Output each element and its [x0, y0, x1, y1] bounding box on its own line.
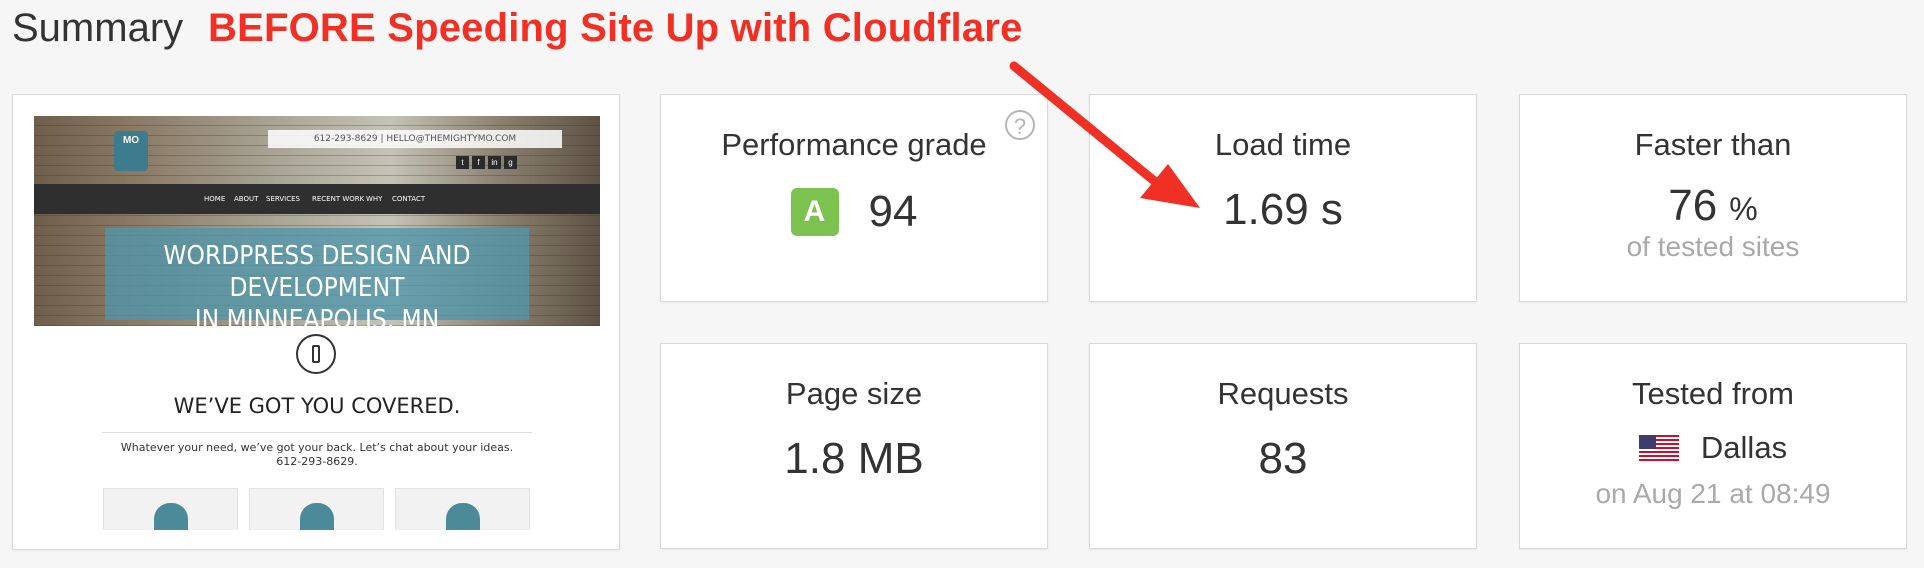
sitemap-icon	[153, 503, 188, 530]
page-size-value: 1.8 MB	[784, 434, 924, 483]
requests-label: Requests	[1217, 376, 1349, 411]
page-size-card: Page size 1.8 MB	[660, 343, 1048, 549]
thumbnail-tile	[395, 488, 530, 530]
thumbnail-social-icons: t f in g	[456, 152, 520, 170]
tested-from-label: Tested from	[1632, 376, 1794, 411]
faster-than-sub: of tested sites	[1626, 231, 1800, 262]
annotation-label: BEFORE Speeding Site Up with Cloudflare	[208, 6, 1023, 50]
linkedin-icon: in	[488, 156, 501, 169]
thumbnail-hero-text: WORDPRESS DESIGN AND DEVELOPMENT IN MINN…	[105, 228, 529, 335]
page-title: Summary	[12, 6, 184, 50]
googleplus-icon: g	[504, 156, 517, 169]
phone-icon	[296, 334, 336, 374]
tested-location: Dallas	[1700, 430, 1788, 465]
thumbnail-nav: HOME ABOUT SERVICES RECENT WORK WHY CONT…	[34, 184, 600, 214]
faster-than-card: Faster than 76% of tested sites	[1519, 94, 1907, 302]
red-arrow-annotation	[1009, 61, 1200, 208]
us-flag-icon	[1638, 435, 1679, 461]
thumbnail-contact: 612-293-8629 | HELLO@THEMIGHTYMO.COM	[268, 130, 562, 148]
performance-grade-label: Performance grade	[721, 127, 987, 162]
thumbnail-blurb: Whatever your need, we’ve got your back.…	[120, 441, 514, 468]
cloud-icon	[445, 503, 480, 530]
requests-value: 83	[1258, 434, 1308, 483]
thumbnail-heading: WE’VE GOT YOU COVERED.	[173, 394, 461, 418]
performance-grade-card: ? Performance grade A 94	[660, 94, 1048, 302]
page-size-label: Page size	[785, 376, 923, 411]
screenshot-card[interactable]: MO 612-293-8629 | HELLO@THEMIGHTYMO.COM …	[12, 94, 620, 550]
faster-than-label: Faster than	[1634, 127, 1792, 162]
thumbnail-hero: MO 612-293-8629 | HELLO@THEMIGHTYMO.COM …	[34, 116, 600, 335]
lightbulb-icon	[299, 503, 334, 530]
thumbnail-tile	[249, 488, 384, 530]
performance-score: 94	[868, 187, 918, 236]
facebook-icon: f	[472, 156, 485, 169]
faster-than-value: 76	[1668, 181, 1718, 230]
requests-card: Requests 83	[1089, 343, 1477, 549]
grade-badge: A	[790, 188, 839, 236]
site-logo: MO	[114, 131, 148, 171]
tested-date: on Aug 21 at 08:49	[1595, 478, 1831, 509]
site-thumbnail: MO 612-293-8629 | HELLO@THEMIGHTYMO.COM …	[34, 116, 600, 530]
percent-unit: %	[1729, 191, 1758, 227]
twitter-icon: t	[456, 156, 469, 169]
tested-from-card: Tested from Dallas on Aug 21 at 08:49	[1519, 343, 1907, 549]
thumbnail-tile	[103, 488, 238, 530]
